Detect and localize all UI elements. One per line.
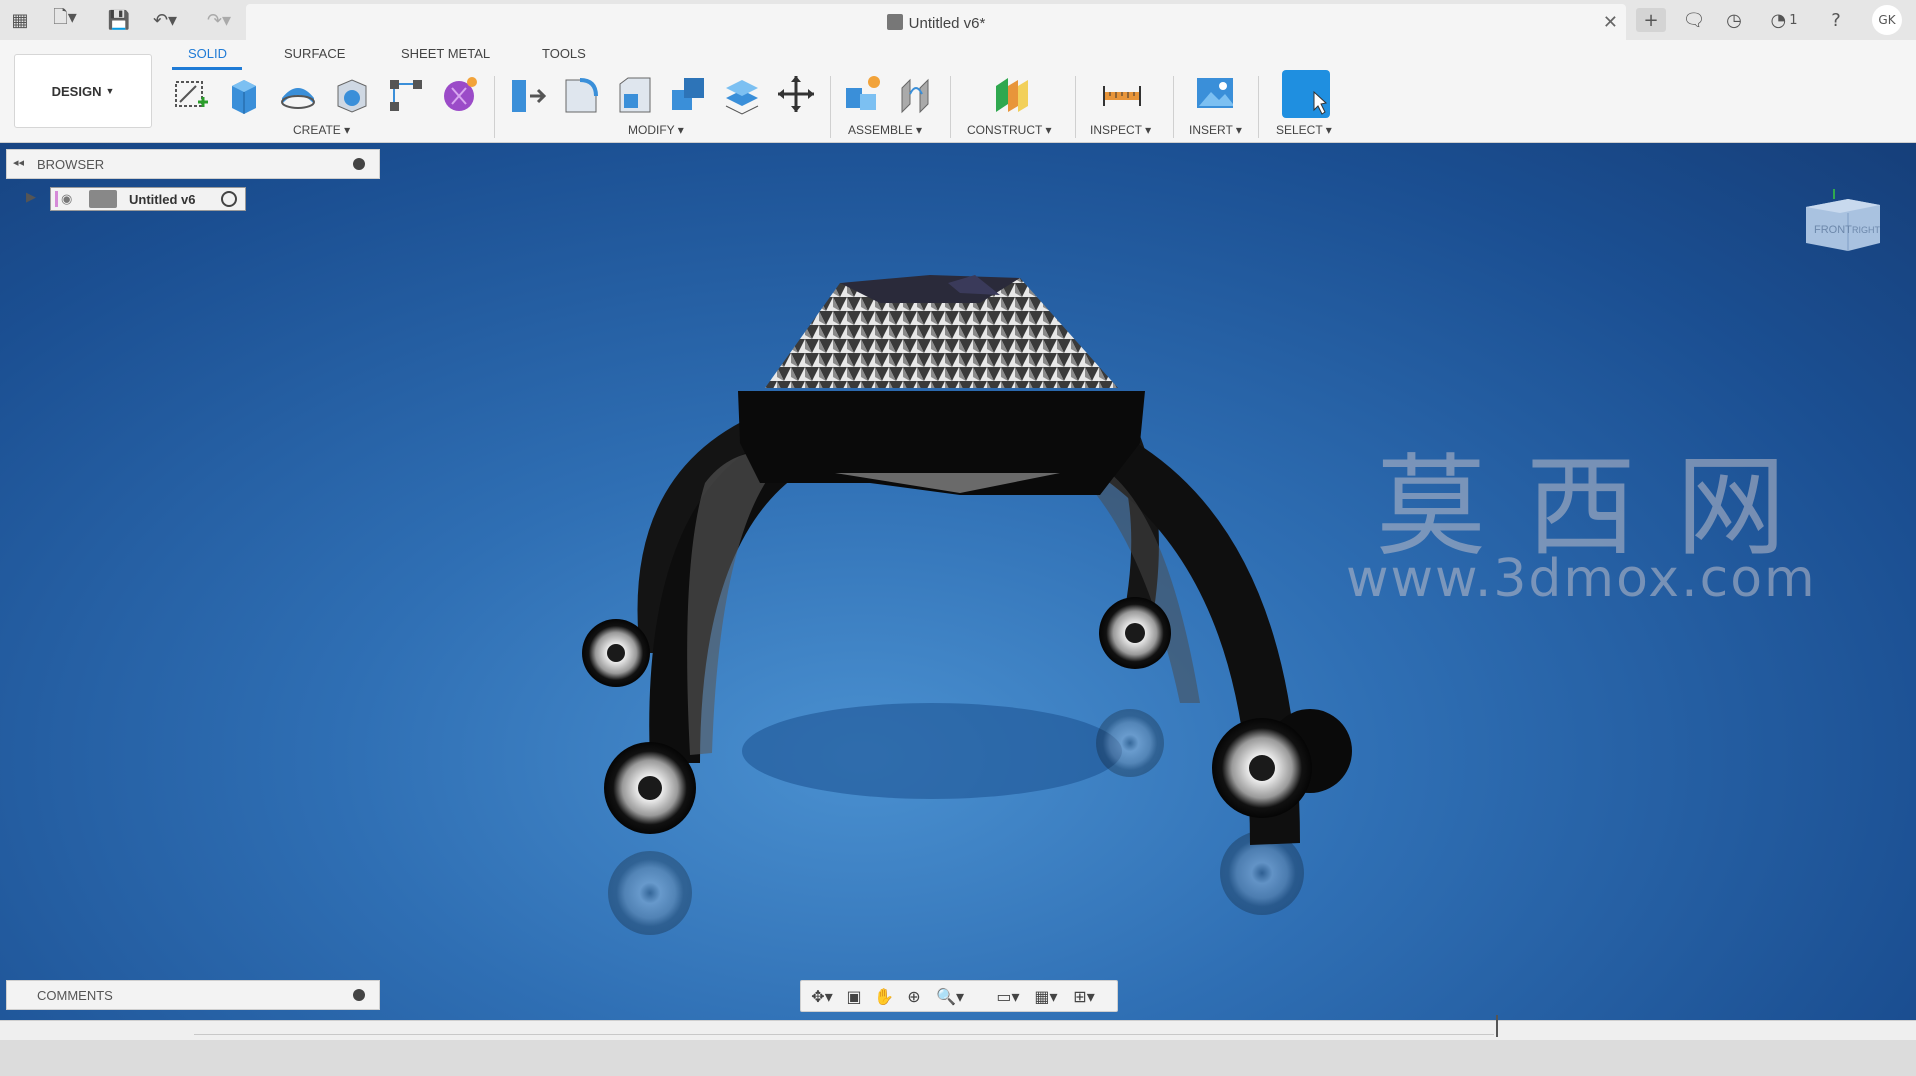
chevron-down-icon: ▼ <box>105 86 115 96</box>
active-marker <box>55 191 58 207</box>
view-cube-right: RIGHT <box>1852 225 1881 235</box>
watermark-url: www.3dmox.com <box>1346 549 1817 609</box>
component-icon <box>886 14 903 30</box>
move-copy-icon[interactable] <box>774 72 818 116</box>
root-component-label: Untitled v6 <box>129 192 196 207</box>
wheel-front-right <box>1212 709 1352 818</box>
orbit-icon[interactable]: ✥▾ <box>805 987 839 1007</box>
select-icon[interactable] <box>1282 70 1330 118</box>
create-menu[interactable]: CREATE ▾ <box>293 123 350 137</box>
document-tab[interactable]: Untitled v6* ✕ <box>246 4 1626 40</box>
insert-menu[interactable]: INSERT ▾ <box>1189 123 1242 137</box>
revolve-icon[interactable] <box>276 72 320 116</box>
viewports-icon[interactable]: ⊞▾ <box>1067 987 1101 1007</box>
wheel-rear-left <box>582 619 650 687</box>
chamfer-icon[interactable] <box>612 72 656 116</box>
insert-canvas-icon[interactable] <box>1193 72 1237 116</box>
divider <box>1173 76 1174 138</box>
close-tab-icon[interactable]: ✕ <box>1603 12 1618 33</box>
measure-icon[interactable] <box>1100 72 1144 116</box>
extrude-icon[interactable] <box>222 72 266 116</box>
collapse-panel-icon[interactable]: ◂◂ <box>13 156 24 169</box>
save-icon[interactable]: 💾 <box>108 8 130 32</box>
assemble-menu[interactable]: ASSEMBLE ▾ <box>848 123 922 137</box>
tab-solid[interactable]: SOLID <box>188 46 227 61</box>
workspace-switcher[interactable]: DESIGN ▼ <box>14 54 152 128</box>
job-count: 1 <box>1789 12 1798 28</box>
canvas-viewport[interactable]: 莫西网 www.3dmox.com ◂◂ BROWSER ▶ ◉ Untitle… <box>0 143 1916 1020</box>
joint-icon[interactable] <box>894 72 938 116</box>
rectangular-pattern-icon[interactable] <box>384 72 428 116</box>
add-comment-icon[interactable] <box>353 989 365 1001</box>
grid-settings-icon[interactable]: ▦▾ <box>1029 987 1063 1007</box>
online-status-icon[interactable]: ◷ <box>1722 8 1746 32</box>
view-cube-front: FRONT <box>1814 224 1852 236</box>
document-title: Untitled v6* <box>246 14 1626 32</box>
offset-face-icon[interactable] <box>720 72 764 116</box>
activate-radio-icon[interactable] <box>221 191 237 207</box>
comments-panel: COMMENTS <box>6 980 380 1010</box>
zoom-icon[interactable]: ⊕ <box>903 987 925 1007</box>
timeline-track <box>194 1023 1494 1035</box>
view-cube[interactable]: FRONT RIGHT <box>1800 189 1884 261</box>
browser-title: BROWSER <box>37 157 105 172</box>
combine-icon[interactable] <box>666 72 710 116</box>
expand-arrow-icon[interactable]: ▶ <box>26 190 36 205</box>
new-tab-icon[interactable]: + <box>1636 8 1666 32</box>
title-bar: ▦ 🗋▾ 💾 ↶▾ ↷▾ Untitled v6* ✕ + 🗨 ◷ ◔ 1 ? G… <box>0 0 1916 40</box>
tab-tools[interactable]: TOOLS <box>542 46 586 61</box>
divider <box>1075 76 1076 138</box>
divider <box>494 76 495 138</box>
press-pull-icon[interactable] <box>504 72 548 116</box>
fillet-icon[interactable] <box>558 72 602 116</box>
create-sketch-icon[interactable] <box>168 72 212 116</box>
job-status-icon[interactable]: ◔ 1 <box>1762 8 1806 32</box>
divider <box>830 76 831 138</box>
wheel-front-left <box>604 742 696 834</box>
file-menu-icon[interactable]: 🗋▾ <box>48 7 82 32</box>
select-menu[interactable]: SELECT ▾ <box>1276 123 1332 137</box>
shell-icon[interactable] <box>330 72 374 116</box>
user-avatar[interactable]: GK <box>1872 5 1902 35</box>
tab-sheet-metal[interactable]: SHEET METAL <box>401 46 490 61</box>
help-icon[interactable]: ? <box>1824 8 1848 32</box>
timeline-bar[interactable] <box>0 1015 1916 1040</box>
fit-zoom-icon[interactable]: 🔍▾ <box>933 987 967 1007</box>
comments-title: COMMENTS <box>37 988 113 1003</box>
new-component-icon[interactable] <box>840 72 884 116</box>
display-settings-icon[interactable]: ▭▾ <box>991 987 1025 1007</box>
active-tab-indicator <box>172 67 242 70</box>
construct-menu[interactable]: CONSTRUCT ▾ <box>967 123 1051 137</box>
timeline-marker[interactable] <box>1496 1015 1498 1037</box>
component-icon <box>89 190 117 208</box>
redo-icon[interactable]: ↷▾ <box>200 8 238 32</box>
ribbon-toolbar: DESIGN ▼ SOLID SURFACE SHEET METAL TOOLS … <box>0 40 1916 143</box>
floor-shadow <box>742 703 1122 799</box>
offset-plane-icon[interactable] <box>990 72 1034 116</box>
inspect-menu[interactable]: INSPECT ▾ <box>1090 123 1151 137</box>
app-grid-icon[interactable]: ▦ <box>10 8 30 32</box>
pan-hand-icon[interactable]: ✋ <box>873 987 895 1007</box>
browser-item-root[interactable]: ◉ Untitled v6 <box>50 187 246 211</box>
browser-panel: ◂◂ BROWSER <box>6 149 380 179</box>
status-bar <box>0 1040 1916 1076</box>
divider <box>1258 76 1259 138</box>
tab-surface[interactable]: SURFACE <box>284 46 345 61</box>
look-at-icon[interactable]: ▣ <box>843 987 865 1007</box>
visibility-eye-icon[interactable]: ◉ <box>61 192 72 207</box>
wheel-rear-right <box>1099 597 1171 669</box>
navigation-bar: ✥▾ ▣ ✋ ⊕ 🔍▾ ▭▾ ▦▾ ⊞▾ <box>800 980 1118 1012</box>
notifications-icon[interactable]: 🗨 <box>1682 8 1706 32</box>
browser-options-icon[interactable] <box>353 158 365 170</box>
divider <box>950 76 951 138</box>
undo-icon[interactable]: ↶▾ <box>146 8 184 32</box>
create-form-icon[interactable] <box>438 72 482 116</box>
modify-menu[interactable]: MODIFY ▾ <box>628 123 684 137</box>
